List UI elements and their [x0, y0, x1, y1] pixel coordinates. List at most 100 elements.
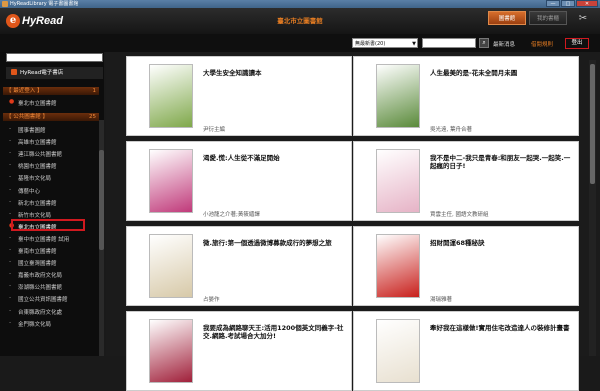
- hyread-logo: e HyRead: [6, 11, 63, 31]
- book-title[interactable]: 招財開運68種秘訣: [430, 239, 574, 247]
- window-controls: — □ ✕: [546, 0, 598, 7]
- bullet-icon: -: [9, 209, 12, 217]
- bullet-icon: -: [9, 294, 12, 302]
- sidebar-item-library[interactable]: 連江縣公共圖書館: [18, 150, 62, 158]
- book-cover-image[interactable]: [376, 64, 420, 128]
- sidebar-item-library[interactable]: 金門縣文化局: [18, 320, 51, 328]
- book-title[interactable]: 渴愛.慌:人生從不滿足開始: [203, 154, 347, 162]
- book-card[interactable]: 招財開運68種秘訣 湯瑞雅著: [353, 226, 579, 306]
- book-author: 賈雲主任, 國語文教研組: [430, 212, 489, 218]
- recent-login-label: 【 最近登入 】: [6, 88, 43, 94]
- book-card[interactable]: 渴愛.慌:人生從不滿足開始 小池龍之介著;黃筱縉譯: [126, 141, 352, 221]
- filter-select-value: 無最新書(20): [355, 41, 386, 47]
- content-scrollbar[interactable]: [589, 60, 596, 356]
- library-tab-button[interactable]: 圖書館: [488, 11, 526, 25]
- sidebar-item-library[interactable]: 桃園市立圖書館: [18, 162, 57, 170]
- logo-text: HyRead: [22, 15, 63, 27]
- content-scroll-thumb[interactable]: [590, 64, 595, 184]
- book-author: 吳光遠, 葉舟合著: [430, 127, 472, 133]
- book-author: 尹衍主編: [203, 127, 226, 133]
- news-link[interactable]: 最新消息: [493, 40, 515, 48]
- book-cover-image[interactable]: [376, 149, 420, 213]
- bullet-icon: -: [9, 282, 12, 290]
- window-title: HyReadLibrary 電子書圖書館: [10, 1, 79, 7]
- book-cover-image[interactable]: [376, 319, 420, 383]
- book-author: 占晏作: [203, 297, 220, 303]
- bullet-icon: -: [9, 197, 12, 205]
- book-card[interactable]: 微.旅行:第一個透過微博募款成行的夢想之旅 占晏作: [126, 226, 352, 306]
- search-input[interactable]: [422, 38, 476, 48]
- bullet-icon: -: [9, 161, 12, 169]
- library-title: 臺北市立圖書館: [277, 17, 323, 25]
- book-card[interactable]: 我不是中二-我只是青春:和朋友一起哭.一起笑.一起瘋的日子! 賈雲主任, 國語文教…: [353, 141, 579, 221]
- sidebar-item-library[interactable]: 新竹市文化局: [18, 211, 51, 219]
- bullet-icon: -: [9, 185, 12, 193]
- bullet-icon: -: [9, 318, 12, 326]
- sidebar-item-library[interactable]: 臺南市立圖書館: [18, 247, 57, 255]
- window-title-bar: HyReadLibrary 電子書圖書館 — □ ✕: [0, 0, 600, 8]
- sidebar-search-input[interactable]: [6, 53, 103, 62]
- book-card[interactable]: 大學生安全知識讀本 尹衍主編: [126, 56, 352, 136]
- close-button[interactable]: ✕: [576, 0, 598, 7]
- book-title[interactable]: 我要成為網路聊天王:活用1200個英文同義字-社交.網路.考試場合大加分!: [203, 324, 347, 340]
- book-cover-image[interactable]: [376, 234, 420, 298]
- sidebar-item-library[interactable]: 台東縣政府文化處: [18, 308, 62, 316]
- store-icon: [11, 69, 17, 75]
- sidebar-item-library[interactable]: 高雄市立圖書館: [18, 138, 57, 146]
- selected-library-highlight: [11, 219, 85, 231]
- book-cover-image[interactable]: [149, 64, 193, 128]
- sidebar-item-library[interactable]: 臺中市立圖書館 試用: [18, 235, 69, 243]
- active-bullet-icon: ●: [9, 98, 15, 105]
- sidebar-item-library[interactable]: 新北市立圖書館: [18, 199, 57, 207]
- sidebar-item-library[interactable]: 國立臺灣圖書館: [18, 259, 57, 267]
- filter-select[interactable]: 無最新書(20) ▼: [352, 38, 418, 48]
- chevron-down-icon: ▼: [412, 41, 416, 47]
- hyread-store-item[interactable]: HyRead電子書店: [6, 67, 103, 79]
- public-library-section[interactable]: 【 公共圖書館 】 25: [3, 113, 99, 121]
- book-title[interactable]: 我不是中二-我只是青春:和朋友一起哭.一起笑.一起瘋的日子!: [430, 154, 574, 170]
- my-bookshelf-button[interactable]: 我的書櫃: [529, 11, 567, 25]
- logo-e-mark: e: [6, 14, 20, 28]
- sidebar-scroll-thumb[interactable]: [99, 150, 104, 250]
- bullet-icon: -: [9, 258, 12, 266]
- sidebar-item-library[interactable]: 國事書圖館: [18, 126, 46, 134]
- recent-login-section[interactable]: 【 最近登入 】 1: [3, 87, 99, 95]
- bullet-icon: -: [9, 306, 12, 314]
- sidebar-item-library[interactable]: 傳藝中心: [18, 187, 40, 195]
- public-library-count: 25: [89, 114, 96, 120]
- bullet-icon: -: [9, 173, 12, 181]
- book-card[interactable]: 人生最美的是-花未全開月未圓 吳光遠, 葉舟合著: [353, 56, 579, 136]
- book-cover-image[interactable]: [149, 234, 193, 298]
- sidebar-scrollbar[interactable]: [99, 120, 104, 356]
- bullet-icon: -: [9, 246, 12, 253]
- sidebar-item-library[interactable]: 嘉義市政府文化局: [18, 271, 62, 279]
- book-author: 湯瑞雅著: [430, 297, 453, 303]
- book-title[interactable]: 大學生安全知識讀本: [203, 69, 347, 77]
- recent-login-count: 1: [92, 88, 97, 94]
- bullet-icon: -: [9, 149, 12, 157]
- app-icon: [2, 1, 8, 7]
- book-title[interactable]: 人生最美的是-花未全開月未圓: [430, 69, 574, 77]
- sidebar-item-library[interactable]: 基隆市文化局: [18, 174, 51, 182]
- maximize-button[interactable]: □: [561, 0, 575, 7]
- book-title[interactable]: 微.旅行:第一個透過微博募款成行的夢想之旅: [203, 239, 347, 247]
- book-card[interactable]: 牽好我在這樣做!實用住宅改造達人の裝修計畫書: [353, 311, 579, 391]
- book-cover-image[interactable]: [149, 149, 193, 213]
- bullet-icon: -: [9, 125, 12, 132]
- bullet-icon: -: [9, 233, 12, 241]
- book-card[interactable]: 我要成為網路聊天王:活用1200個英文同義字-社交.網路.考試場合大加分!: [126, 311, 352, 391]
- sidebar-item-recent[interactable]: 臺北市立圖書館: [18, 99, 57, 107]
- bullet-icon: -: [9, 137, 12, 145]
- book-cover-image[interactable]: [149, 319, 193, 383]
- store-label: HyRead電子書店: [20, 70, 64, 76]
- search-icon[interactable]: ⌕: [479, 38, 489, 48]
- bullet-icon: -: [9, 270, 12, 278]
- book-title[interactable]: 牽好我在這樣做!實用住宅改造達人の裝修計畫書: [430, 324, 574, 332]
- sidebar-item-library[interactable]: 澎湖縣公共圖書館: [18, 283, 62, 291]
- public-library-label: 【 公共圖書館 】: [6, 114, 48, 120]
- borrow-rules-link[interactable]: 借閱規則: [531, 40, 553, 48]
- logout-button[interactable]: 登出: [565, 38, 589, 49]
- sidebar-item-library[interactable]: 國立公共資訊圖書館: [18, 295, 68, 303]
- minimize-button[interactable]: —: [546, 0, 560, 7]
- tools-icon[interactable]: ✂: [576, 13, 590, 25]
